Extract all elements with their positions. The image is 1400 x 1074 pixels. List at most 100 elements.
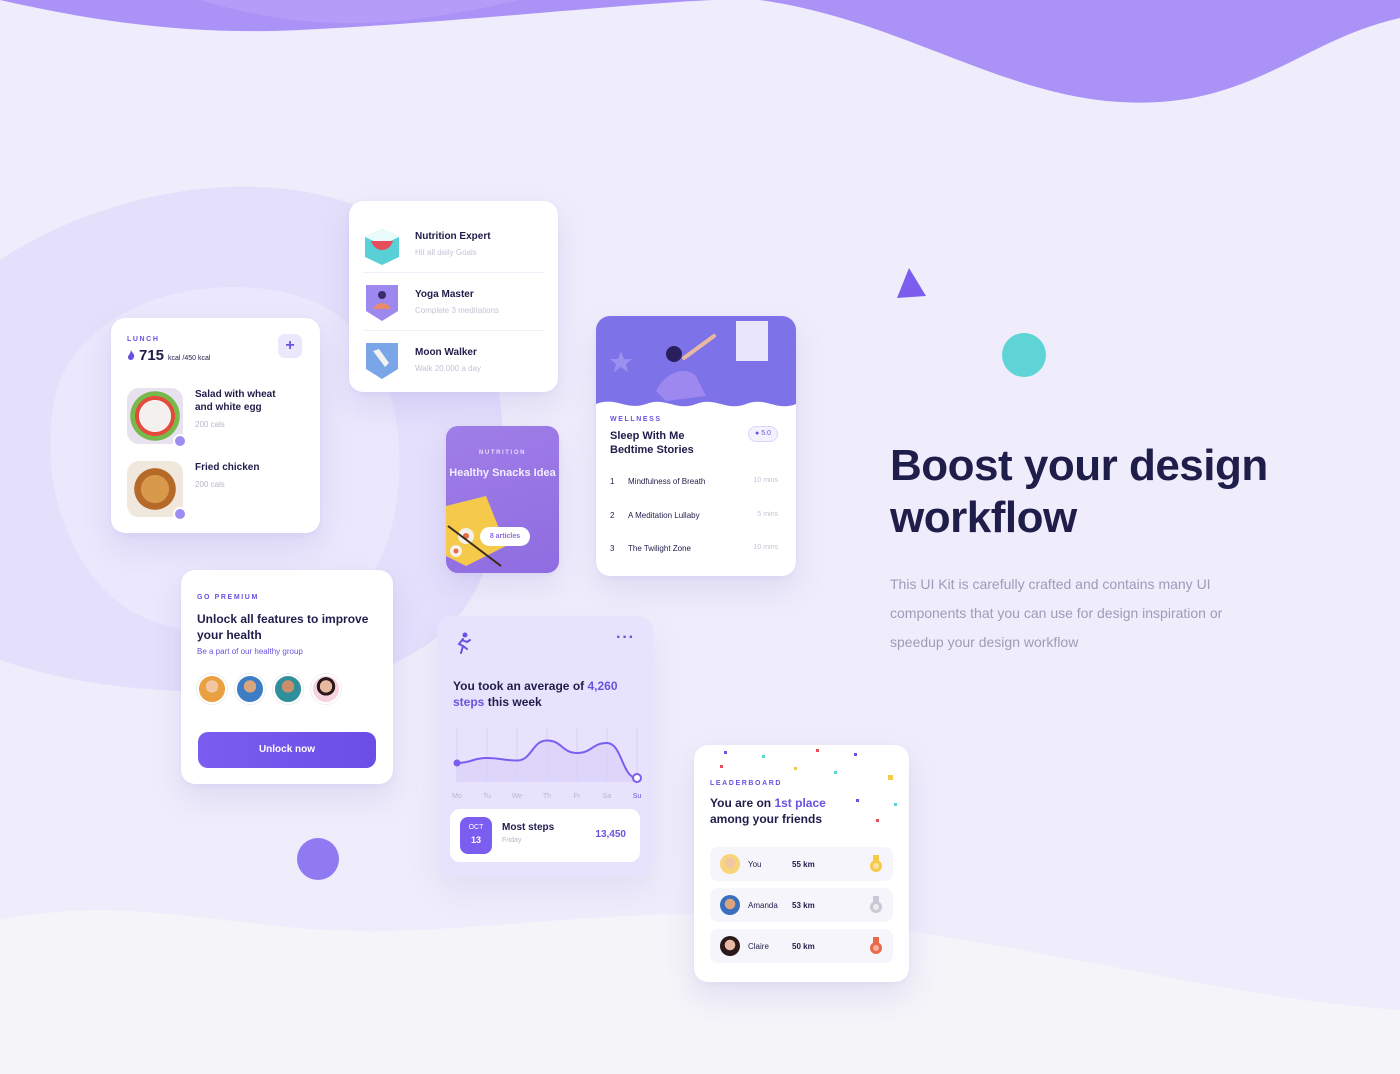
lunch-card: LUNCH 715 kcal /450 kcal + Salad with wh… bbox=[111, 318, 320, 533]
calorie-unit: kcal /450 kcal bbox=[168, 355, 211, 362]
leaderboard-title: You are on 1st place among your friends bbox=[710, 795, 860, 827]
wellness-card: WELLNESS Sleep With Me Bedtime Stories ●… bbox=[596, 316, 796, 576]
achievement-sub: Complete 3 meditations bbox=[415, 305, 500, 315]
achievement-item[interactable]: Yoga Master Complete 3 meditations bbox=[363, 273, 544, 331]
leaderboard-row[interactable]: Amanda 53 km bbox=[710, 888, 893, 922]
leader-km: 53 km bbox=[792, 900, 815, 910]
avatar bbox=[720, 854, 740, 874]
leader-km: 55 km bbox=[792, 859, 815, 869]
chicken-image bbox=[127, 461, 187, 521]
most-steps-day: Friday bbox=[502, 837, 522, 844]
day-label: We bbox=[512, 793, 522, 800]
track-duration: 5 mins bbox=[757, 511, 778, 518]
track-name: The Twilight Zone bbox=[628, 544, 691, 553]
achievement-sub: Walk 20.000 a day bbox=[415, 364, 481, 373]
date-badge: OCT 13 bbox=[460, 817, 492, 854]
leaderboard-card: LEADERBOARD You are on 1st place among y… bbox=[694, 745, 909, 982]
achievement-item[interactable]: Nutrition Expert Hit all daily Goals bbox=[363, 215, 544, 273]
nutrition-card[interactable]: NUTRITION Healthy Snacks Idea 8 articles bbox=[446, 426, 559, 573]
group-avatars bbox=[197, 674, 377, 704]
food-item[interactable]: Salad with wheat and white egg 200 cals bbox=[127, 388, 290, 448]
avatar bbox=[235, 674, 265, 704]
wellness-eyebrow: WELLNESS bbox=[610, 416, 662, 423]
food-cals: 200 cals bbox=[195, 480, 225, 489]
day-label: Th bbox=[543, 793, 551, 800]
food-name: Fried chicken bbox=[195, 462, 260, 473]
watermelon-icon bbox=[365, 228, 399, 265]
achievement-title: Yoga Master bbox=[415, 288, 474, 300]
food-badge-icon bbox=[173, 507, 187, 521]
food-cals: 200 cals bbox=[195, 420, 225, 429]
avatar bbox=[197, 674, 227, 704]
premium-eyebrow: GO PREMIUM bbox=[197, 594, 259, 601]
premium-title: Unlock all features to improve your heal… bbox=[197, 612, 369, 642]
food-item[interactable]: Fried chicken 200 cals bbox=[127, 461, 290, 521]
most-steps-value: 13,450 bbox=[595, 829, 626, 840]
most-steps-panel[interactable]: OCT 13 Most steps Friday 13,450 bbox=[450, 809, 640, 862]
bronze-medal-icon bbox=[870, 937, 882, 954]
leader-name: Claire bbox=[748, 941, 769, 951]
food-name: Salad with wheat and white egg bbox=[195, 389, 276, 413]
hero-description: This UI Kit is carefully crafted and con… bbox=[890, 576, 1223, 650]
yoga-icon bbox=[366, 284, 398, 321]
leader-highlight: 1st place bbox=[774, 796, 826, 810]
track-item[interactable]: 3 The Twilight Zone 10 mins bbox=[610, 544, 778, 553]
chart-point bbox=[632, 773, 642, 783]
hero-title: Boost your design workflow bbox=[890, 441, 1268, 542]
leaderboard-eyebrow: LEADERBOARD bbox=[710, 780, 783, 787]
wellness-illustration bbox=[596, 316, 796, 412]
leader-title-suffix: among your friends bbox=[710, 812, 823, 826]
wellness-body: WELLNESS Sleep With Me Bedtime Stories ●… bbox=[610, 416, 782, 457]
add-food-button[interactable]: + bbox=[278, 334, 302, 358]
day-label: Sa bbox=[603, 793, 612, 800]
track-number: 3 bbox=[610, 544, 615, 553]
calorie-value: 715 bbox=[139, 347, 165, 364]
avatar bbox=[273, 674, 303, 704]
achievement-item[interactable]: Moon Walker Walk 20.000 a day bbox=[363, 331, 544, 389]
track-number: 1 bbox=[610, 477, 615, 486]
leaderboard-row[interactable]: You 55 km bbox=[710, 847, 893, 881]
track-duration: 10 mins bbox=[753, 477, 778, 484]
achievement-sub: Hit all daily Goals bbox=[415, 247, 477, 257]
silver-medal-icon bbox=[870, 896, 882, 913]
track-duration: 10 mins bbox=[753, 544, 778, 551]
leader-km: 50 km bbox=[792, 941, 815, 951]
leader-name: Amanda bbox=[748, 900, 778, 910]
chart-area bbox=[457, 740, 637, 782]
premium-sub: Be a part of our healthy group bbox=[197, 647, 303, 656]
track-name: A Meditation Lullaby bbox=[628, 511, 700, 520]
date-day: 13 bbox=[470, 835, 481, 845]
track-item[interactable]: 1 Mindfulness of Breath 10 mins bbox=[610, 477, 778, 486]
more-options-icon[interactable]: ··· bbox=[616, 630, 635, 646]
day-label: Tu bbox=[483, 793, 491, 800]
rating-value: 5.0 bbox=[761, 430, 771, 437]
date-month: OCT bbox=[468, 824, 484, 831]
steps-title-prefix: You took an average of bbox=[453, 679, 588, 693]
gold-medal-icon bbox=[870, 855, 882, 872]
running-icon bbox=[457, 632, 471, 654]
flame-icon bbox=[127, 350, 135, 360]
achievement-title: Nutrition Expert bbox=[415, 230, 491, 242]
steps-card: ··· You took an average of 4,260 steps t… bbox=[437, 616, 653, 877]
unlock-button[interactable]: Unlock now bbox=[198, 732, 376, 768]
steps-chart: Mo Tu We Th Fr Sa Su bbox=[452, 728, 642, 800]
premium-card: GO PREMIUM Unlock all features to improv… bbox=[181, 570, 393, 784]
leaderboard-row[interactable]: Claire 50 km bbox=[710, 929, 893, 963]
track-item[interactable]: 2 A Meditation Lullaby 5 mins bbox=[610, 511, 778, 520]
plus-icon: + bbox=[285, 337, 295, 354]
leader-name: You bbox=[748, 859, 762, 869]
day-label: Su bbox=[633, 793, 642, 800]
articles-button[interactable]: 8 articles bbox=[480, 527, 530, 546]
chart-point bbox=[453, 759, 461, 767]
salad-image bbox=[127, 388, 187, 448]
avatar bbox=[720, 895, 740, 915]
day-label: Mo bbox=[452, 793, 462, 800]
achievements-card: Nutrition Expert Hit all daily Goals Yog… bbox=[349, 201, 558, 392]
track-name: Mindfulness of Breath bbox=[628, 477, 706, 486]
wellness-title: Sleep With Me Bedtime Stories bbox=[610, 430, 694, 456]
day-label: Fr bbox=[574, 793, 581, 800]
leader-title-prefix: You are on bbox=[710, 796, 775, 810]
rating-badge: ● 5.0 bbox=[748, 426, 778, 442]
shoe-icon bbox=[366, 343, 398, 379]
avatar bbox=[311, 674, 341, 704]
